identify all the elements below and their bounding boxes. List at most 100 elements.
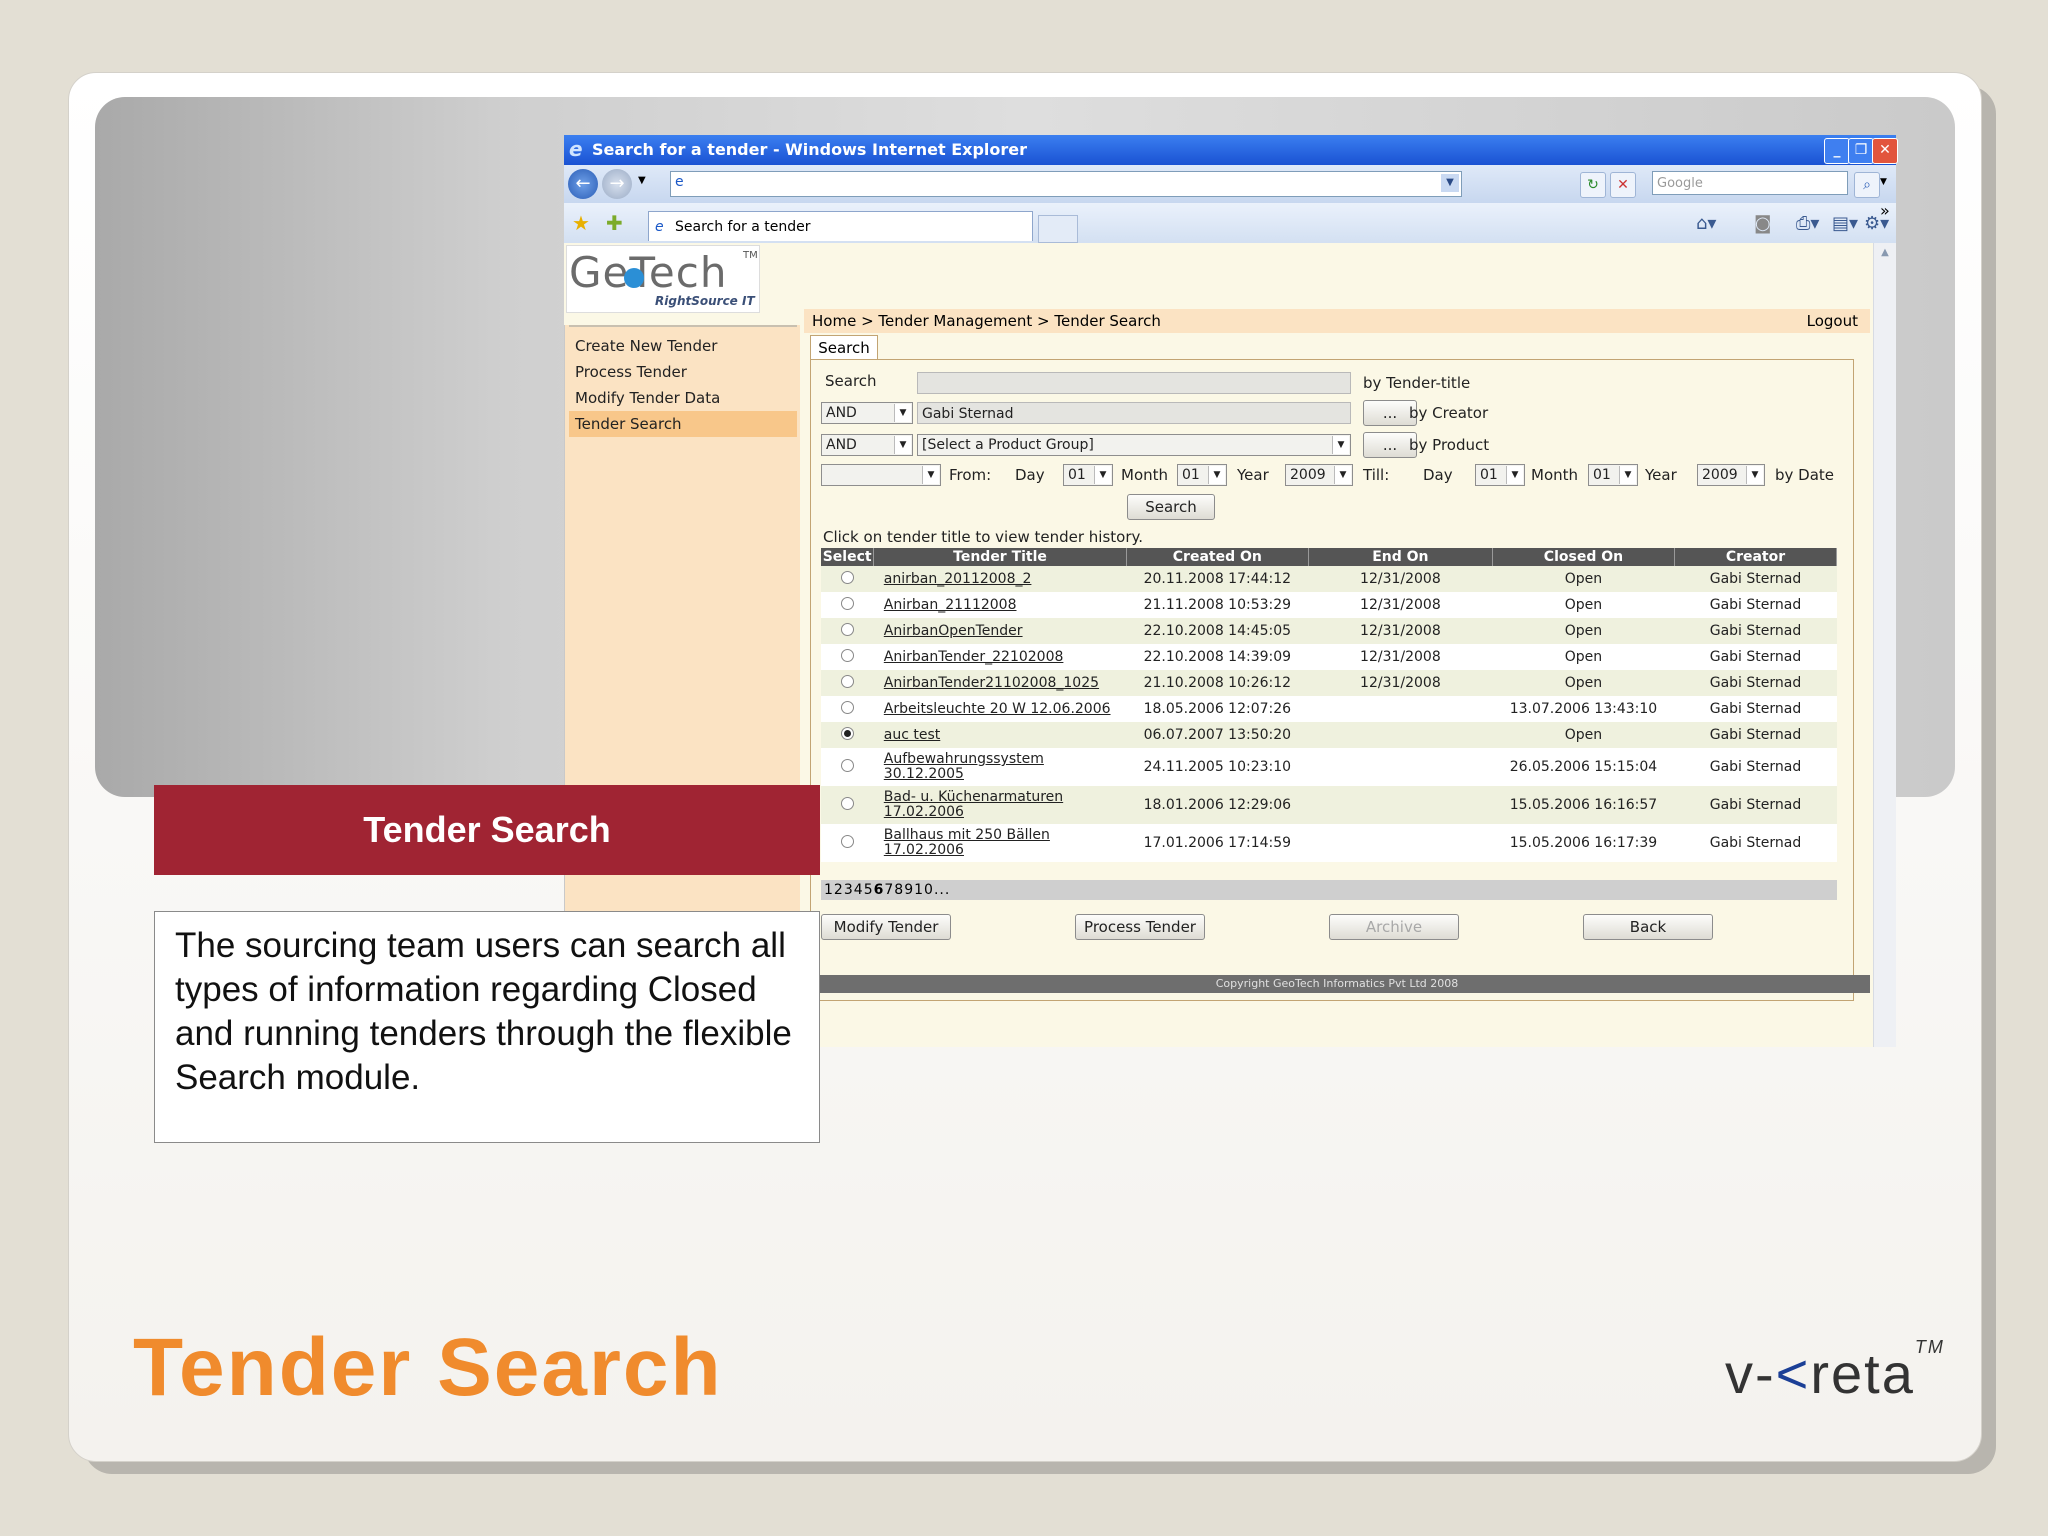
close-icon[interactable]: ✕ (1872, 138, 1898, 164)
tender-title-link[interactable]: AnirbanTender_22102008 (884, 649, 1064, 665)
tender-title-link[interactable]: Ballhaus mit 250 Bällen 17.02.2006 (884, 827, 1050, 858)
tender-title-link[interactable]: Bad- u. Küchenarmaturen 17.02.2006 (884, 789, 1063, 820)
back-icon[interactable]: ← (568, 169, 598, 199)
from-year-select[interactable]: 2009 ▼ (1285, 464, 1353, 486)
operator-select-2[interactable]: AND ▼ (821, 434, 913, 456)
search-icon[interactable]: ⌕ (1854, 172, 1880, 198)
by-product-label: by Product (1409, 436, 1490, 454)
restore-icon[interactable]: ❐ (1848, 138, 1874, 164)
favorites-icon[interactable]: ★ (572, 211, 590, 235)
page-menu-icon[interactable]: ▤▾ (1832, 213, 1858, 234)
page-scrollbar[interactable]: ▲ (1873, 243, 1896, 1047)
nav-modify-tender-data[interactable]: Modify Tender Data (569, 385, 797, 411)
pager-page[interactable]: 8 (894, 882, 904, 898)
col-end-on[interactable]: End On (1308, 548, 1493, 566)
nav-tender-search[interactable]: Tender Search (569, 411, 797, 437)
new-tab-button[interactable] (1038, 215, 1078, 243)
tender-title-link[interactable]: Aufbewahrungssystem 30.12.2005 (884, 751, 1044, 782)
tender-title-link[interactable]: anirban_20112008_2 (884, 571, 1032, 587)
creator-input[interactable]: Gabi Sternad (917, 402, 1351, 424)
till-day-select[interactable]: 01 ▼ (1475, 464, 1525, 486)
row-select-cell (821, 644, 874, 670)
from-day-select[interactable]: 01 ▼ (1063, 464, 1113, 486)
row-end-on: 12/31/2008 (1308, 644, 1493, 670)
row-creator: Gabi Sternad (1674, 748, 1837, 786)
web-search-input[interactable]: Google (1652, 171, 1848, 195)
col-closed-on[interactable]: Closed On (1492, 548, 1675, 566)
nav-process-tender[interactable]: Process Tender (569, 359, 797, 385)
nav-create-new-tender[interactable]: Create New Tender (569, 333, 797, 359)
minimize-icon[interactable]: _ (1824, 138, 1850, 164)
logout-link[interactable]: Logout (1807, 309, 1858, 333)
process-tender-button[interactable]: Process Tender (1075, 914, 1205, 940)
pager-page[interactable]: 5 (864, 882, 874, 898)
product-group-value: [Select a Product Group] (922, 437, 1094, 453)
row-radio[interactable] (840, 834, 854, 848)
browser-tab[interactable]: e Search for a tender (648, 211, 1033, 241)
row-radio[interactable] (840, 674, 854, 688)
till-year-select[interactable]: 2009 ▼ (1697, 464, 1765, 486)
row-radio[interactable] (840, 726, 854, 740)
row-radio[interactable] (840, 796, 854, 810)
from-year-label: Year (1237, 466, 1269, 484)
pager-page[interactable]: 4 (854, 882, 864, 898)
forward-icon[interactable]: → (602, 169, 632, 199)
scroll-up-icon[interactable]: ▲ (1874, 243, 1896, 263)
feeds-icon[interactable]: ◙ (1754, 213, 1771, 234)
add-favorite-icon[interactable]: ✚ (606, 211, 623, 235)
address-dropdown-icon[interactable]: ▼ (1441, 174, 1459, 192)
row-created-on: 24.11.2005 10:23:10 (1126, 748, 1309, 786)
history-dropdown-icon[interactable]: ▼ (638, 175, 646, 186)
home-icon[interactable]: ⌂▾ (1696, 213, 1716, 234)
from-month-select[interactable]: 01 ▼ (1177, 464, 1227, 486)
pager-current-page: 6 (873, 882, 885, 898)
col-created-on[interactable]: Created On (1126, 548, 1309, 566)
pager-page[interactable]: 3 (844, 882, 854, 898)
pager-more[interactable]: ... (934, 882, 950, 898)
till-year-label: Year (1645, 466, 1677, 484)
row-radio[interactable] (840, 596, 854, 610)
more-chevron-icon[interactable]: » (1880, 201, 1890, 220)
pager-page[interactable]: 10 (914, 882, 934, 898)
chevron-down-icon: ▼ (1332, 436, 1349, 454)
tender-title-input[interactable] (917, 372, 1351, 394)
back-button[interactable]: Back (1583, 914, 1713, 940)
print-icon[interactable]: ⎙▾ (1796, 213, 1819, 234)
product-group-select[interactable]: [Select a Product Group] ▼ (917, 434, 1351, 456)
by-creator-label: by Creator (1409, 404, 1489, 422)
till-month-select[interactable]: 01 ▼ (1588, 464, 1638, 486)
modify-tender-button[interactable]: Modify Tender (821, 914, 951, 940)
col-creator[interactable]: Creator (1674, 548, 1838, 566)
tender-title-link[interactable]: Anirban_21112008 (884, 597, 1017, 613)
tab-search[interactable]: Search (810, 335, 878, 360)
address-bar[interactable]: e ▼ (670, 171, 1462, 197)
row-radio[interactable] (840, 700, 854, 714)
stop-icon[interactable]: ✕ (1610, 172, 1636, 198)
pager-page[interactable]: 9 (904, 882, 914, 898)
tender-title-link[interactable]: AnirbanOpenTender (884, 623, 1023, 639)
pager-page[interactable]: 7 (884, 882, 894, 898)
row-select-cell (821, 824, 874, 862)
row-title-cell: auc test (873, 722, 1127, 748)
chevron-down-icon: ▼ (1506, 466, 1523, 484)
section-banner: Tender Search (154, 785, 820, 875)
row-radio[interactable] (840, 622, 854, 636)
search-options-icon[interactable]: ▼ (1880, 177, 1887, 187)
tender-title-link[interactable]: auc test (884, 727, 941, 743)
row-title-cell: Arbeitsleuchte 20 W 12.06.2006 (873, 696, 1127, 722)
description-box: The sourcing team users can search all t… (154, 911, 820, 1143)
col-tender-title[interactable]: Tender Title (873, 548, 1127, 566)
pager-page[interactable]: 1 (824, 882, 834, 898)
search-button[interactable]: Search (1127, 494, 1215, 520)
chevron-down-icon: ▼ (894, 404, 911, 422)
tender-title-link[interactable]: AnirbanTender21102008_1025 (884, 675, 1099, 691)
operator-select-1[interactable]: AND ▼ (821, 402, 913, 424)
date-operator-select[interactable]: ▼ (821, 464, 941, 486)
pager-page[interactable]: 2 (834, 882, 844, 898)
refresh-icon[interactable]: ↻ (1580, 172, 1606, 198)
tender-title-link[interactable]: Arbeitsleuchte 20 W 12.06.2006 (884, 701, 1111, 717)
row-radio[interactable] (840, 758, 854, 772)
row-radio[interactable] (840, 648, 854, 662)
row-radio[interactable] (840, 570, 854, 584)
till-day-value: 01 (1480, 467, 1498, 483)
